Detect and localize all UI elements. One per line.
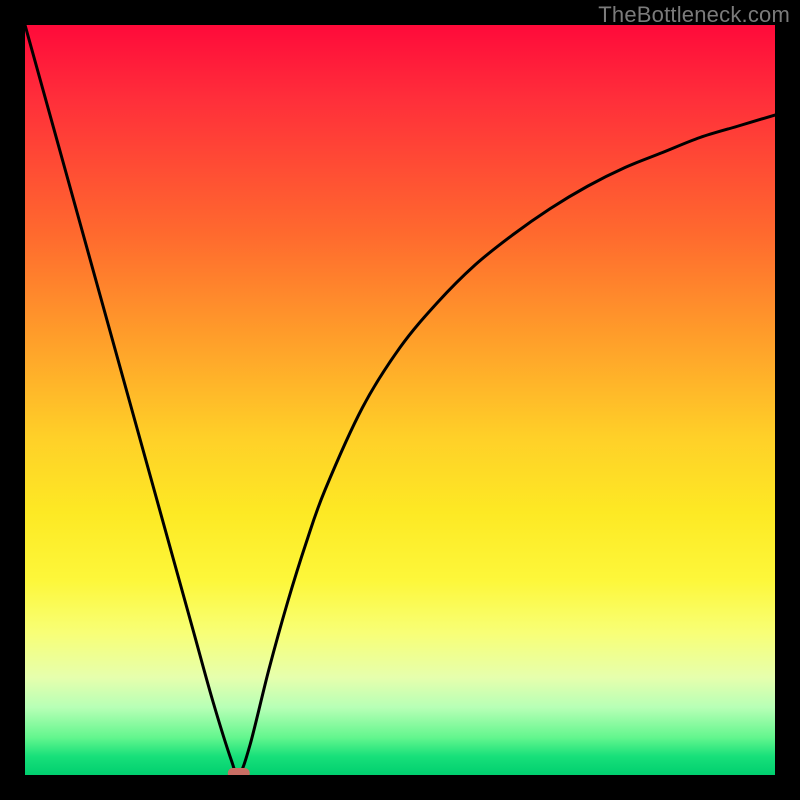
bottleneck-curve — [25, 25, 775, 775]
sweet-spot-marker — [228, 768, 250, 775]
chart-svg — [25, 25, 775, 775]
chart-frame: TheBottleneck.com — [0, 0, 800, 800]
watermark-label: TheBottleneck.com — [598, 2, 790, 28]
plot-area — [25, 25, 775, 775]
